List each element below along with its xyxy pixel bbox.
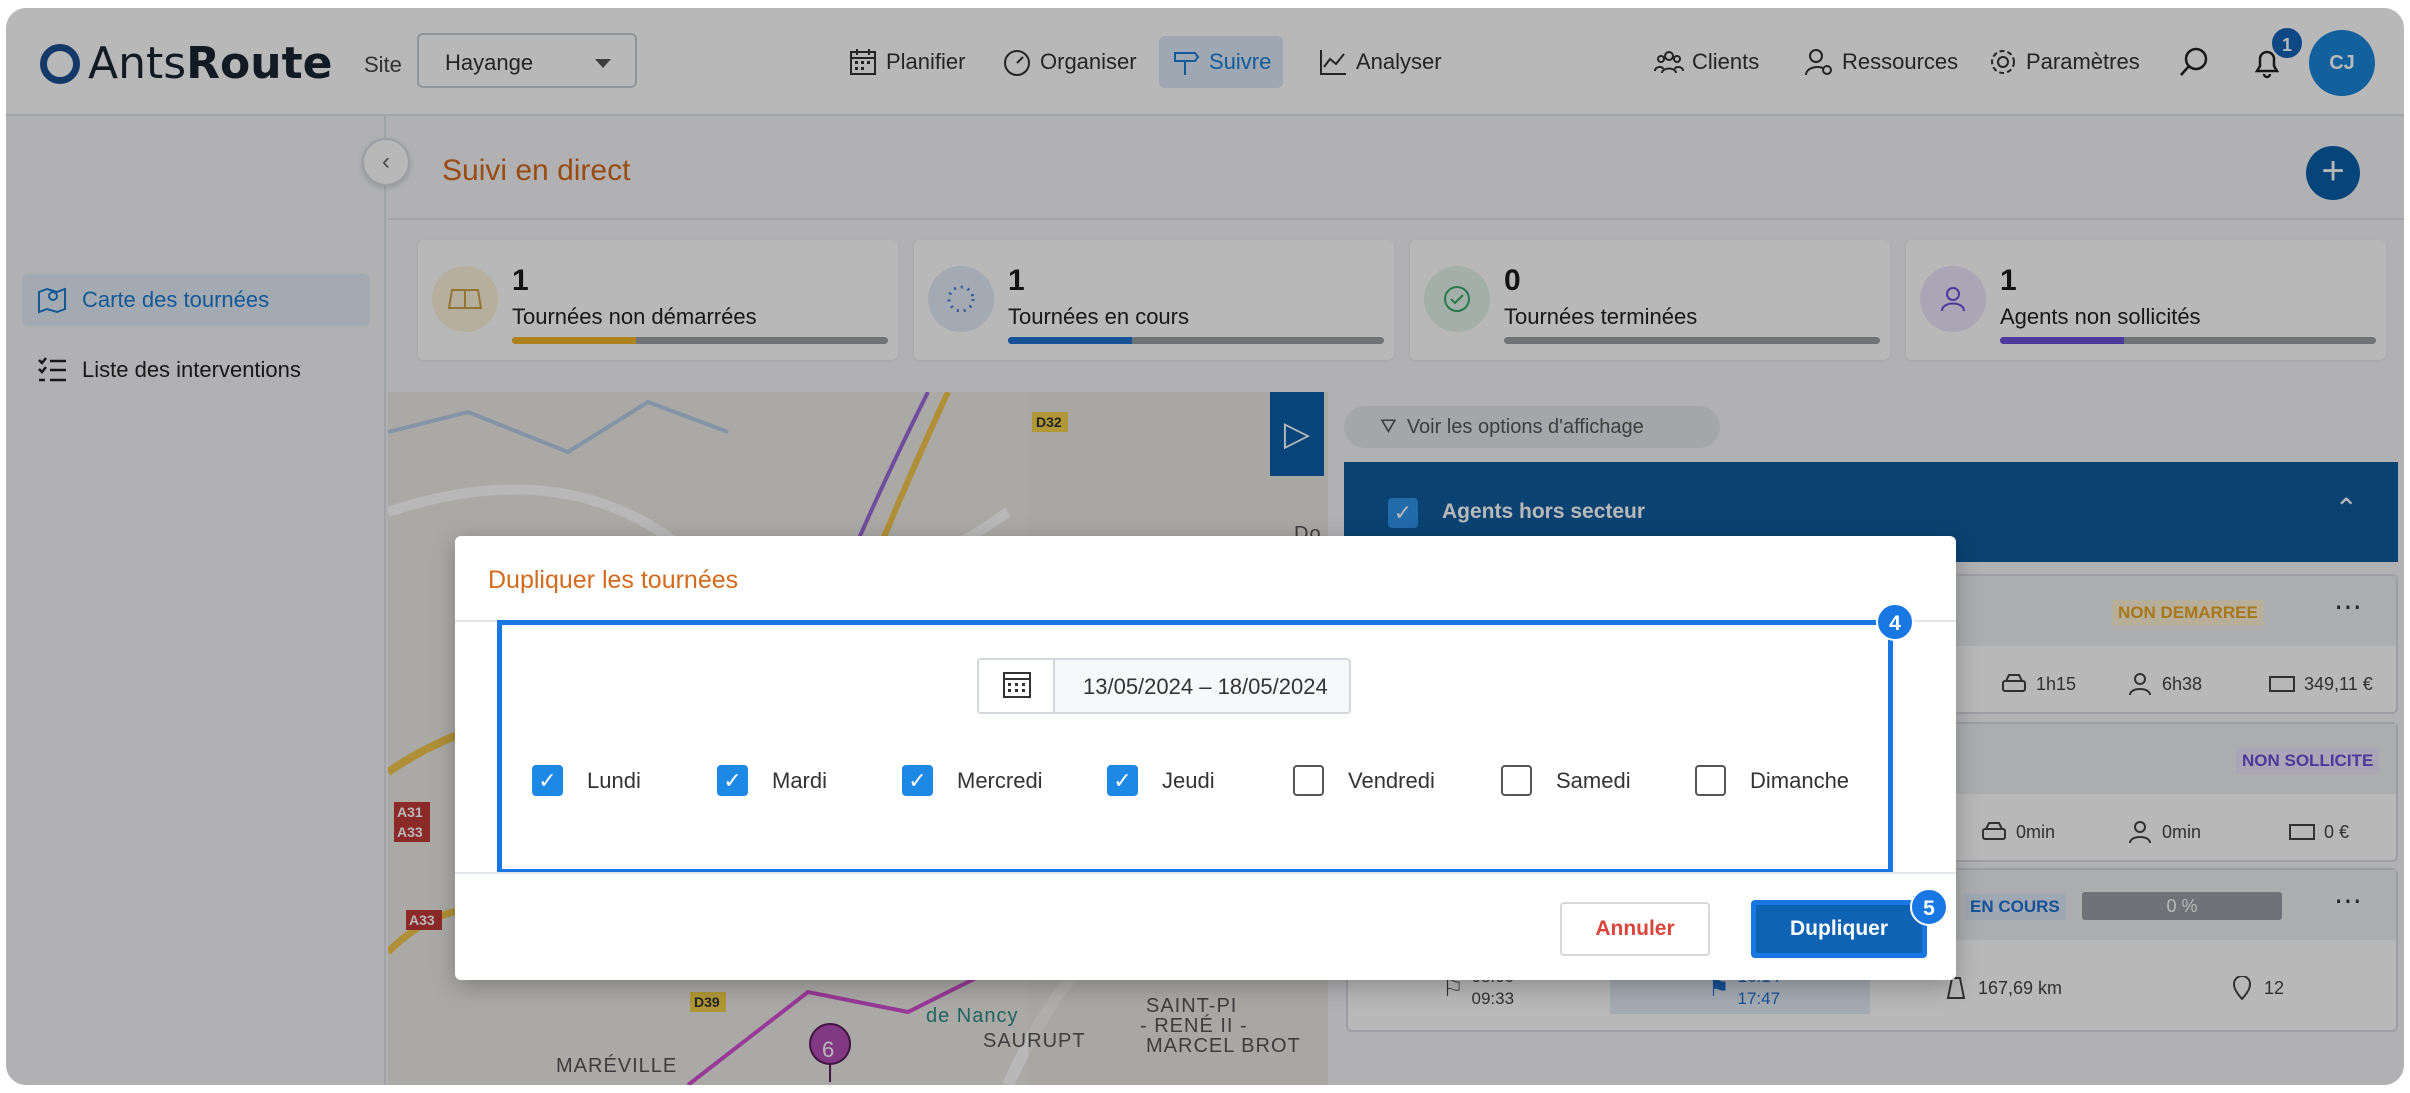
step-badge: 4 [1876,603,1914,641]
divider [455,872,1956,874]
app-window: Ants Route Site Hayange Planifier Organis… [6,8,2404,1085]
dialog-title: Dupliquer les tournées [488,566,739,594]
highlight-box-step-4 [497,620,1893,874]
cancel-button[interactable]: Annuler [1560,902,1710,956]
duplicate-button[interactable]: Dupliquer [1751,900,1927,958]
step-badge: 5 [1910,888,1948,926]
duplicate-tours-dialog: Dupliquer les tournées 13/05/2024 – 18/0… [455,536,1956,980]
